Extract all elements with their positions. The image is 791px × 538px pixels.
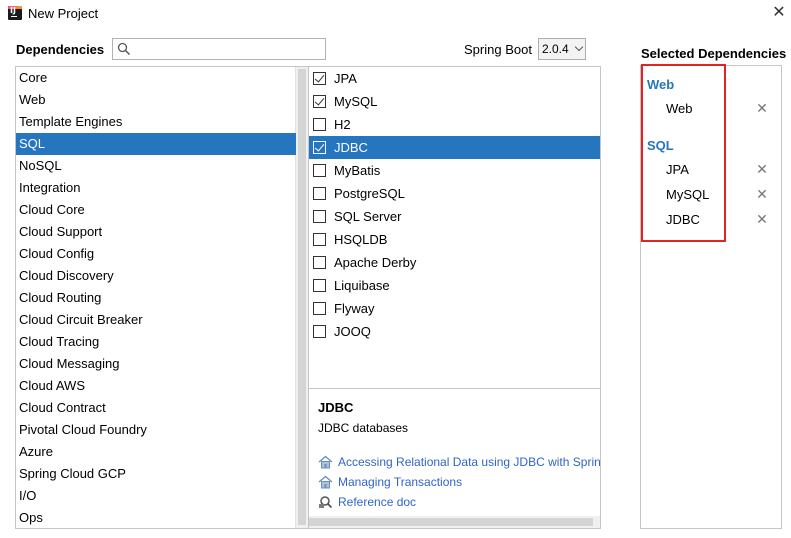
dependency-label: JDBC: [334, 140, 368, 155]
reference-icon: [319, 496, 333, 509]
category-item[interactable]: Cloud Routing: [16, 287, 296, 309]
dependency-item[interactable]: PostgreSQL: [309, 182, 600, 205]
dependency-label: MyBatis: [334, 163, 381, 178]
guide-icon: [318, 455, 333, 469]
category-item[interactable]: Core: [16, 67, 296, 89]
category-item[interactable]: SQL: [16, 133, 296, 155]
category-list[interactable]: Core Web Template Engines SQL NoSQL Integrati…: [15, 66, 309, 529]
description-link-label[interactable]: Managing Transactions: [338, 475, 462, 489]
description-link-label[interactable]: Reference doc: [338, 495, 416, 509]
category-item[interactable]: Pivotal Cloud Foundry: [16, 419, 296, 441]
category-item[interactable]: Integration: [16, 177, 296, 199]
checkbox-icon[interactable]: [313, 325, 326, 338]
description-text: JDBC databases: [318, 421, 409, 435]
category-item[interactable]: I/O: [16, 485, 296, 507]
description-scrollbar-thumb[interactable]: [309, 518, 593, 526]
selected-dependency-item: MySQL: [666, 187, 710, 202]
dependency-label: JOOQ: [334, 324, 371, 339]
category-item[interactable]: Cloud Contract: [16, 397, 296, 419]
checkbox-icon[interactable]: [313, 187, 326, 200]
remove-icon[interactable]: ✕: [755, 213, 769, 227]
spring-boot-version-select[interactable]: 2.0.4: [538, 38, 586, 60]
search-field[interactable]: [112, 38, 326, 60]
dependency-item[interactable]: MySQL: [309, 90, 600, 113]
remove-icon[interactable]: ✕: [755, 163, 769, 177]
category-item[interactable]: Azure: [16, 441, 296, 463]
title-bar: IJ New Project ✕: [0, 0, 791, 28]
dependency-label: PostgreSQL: [334, 186, 405, 201]
checkbox-icon[interactable]: [313, 210, 326, 223]
category-item[interactable]: NoSQL: [16, 155, 296, 177]
category-item[interactable]: Ops: [16, 507, 296, 528]
remove-icon[interactable]: ✕: [755, 102, 769, 116]
category-item[interactable]: Cloud Tracing: [16, 331, 296, 353]
dependency-label: Flyway: [334, 301, 375, 316]
checkbox-icon[interactable]: [313, 279, 326, 292]
category-item[interactable]: Spring Cloud GCP: [16, 463, 296, 485]
close-icon[interactable]: ✕: [770, 3, 788, 21]
remove-icon[interactable]: ✕: [755, 188, 769, 202]
search-input[interactable]: [133, 40, 323, 58]
dependency-item[interactable]: Apache Derby: [309, 251, 600, 274]
category-item[interactable]: Cloud Core: [16, 199, 296, 221]
dependency-item[interactable]: Liquibase: [309, 274, 600, 297]
category-item[interactable]: Cloud Discovery: [16, 265, 296, 287]
category-scrollbar-thumb[interactable]: [298, 69, 306, 525]
selected-dependency-item: JPA: [666, 162, 689, 177]
checkbox-checked-icon[interactable]: [313, 95, 326, 108]
checkbox-icon[interactable]: [313, 256, 326, 269]
dependency-label: Apache Derby: [334, 255, 417, 270]
checkbox-icon[interactable]: [313, 164, 326, 177]
checkmark-icon: [314, 72, 325, 83]
selected-dependencies-title: Selected Dependencies: [641, 46, 787, 61]
dependency-item[interactable]: JOOQ: [309, 320, 600, 343]
dependency-label: Liquibase: [334, 278, 390, 293]
spring-boot-version-value: 2.0.4: [542, 42, 569, 56]
selected-group-header: SQL: [647, 138, 674, 153]
dependency-item[interactable]: HSQLDB: [309, 228, 600, 251]
selected-group-header: Web: [647, 77, 675, 92]
checkbox-checked-icon[interactable]: [313, 141, 326, 154]
description-title: JDBC: [318, 400, 354, 415]
search-icon: [117, 42, 131, 56]
checkmark-icon: [314, 141, 325, 152]
category-scrollbar[interactable]: [295, 67, 308, 528]
dependency-label: MySQL: [334, 94, 378, 109]
chevron-down-icon: [574, 42, 584, 52]
dependency-label: HSQLDB: [334, 232, 388, 247]
spring-boot-label: Spring Boot: [464, 42, 532, 57]
category-item[interactable]: Cloud AWS: [16, 375, 296, 397]
checkmark-icon: [314, 95, 325, 106]
checkbox-icon[interactable]: [313, 302, 326, 315]
checkbox-icon[interactable]: [313, 118, 326, 131]
window-title: New Project: [28, 6, 99, 21]
dependency-label: SQL Server: [334, 209, 402, 224]
description-panel: JDBC JDBC databases Accessing Relational…: [308, 388, 601, 529]
dependency-list[interactable]: JPA MySQL H2 JDBC MyBatis PostgreSQL SQL Serve…: [308, 66, 601, 389]
category-item[interactable]: Cloud Messaging: [16, 353, 296, 375]
category-item[interactable]: Cloud Config: [16, 243, 296, 265]
dependency-item[interactable]: JPA: [309, 67, 600, 90]
dependency-item[interactable]: MyBatis: [309, 159, 600, 182]
dependency-label: H2: [334, 117, 351, 132]
category-item[interactable]: Cloud Support: [16, 221, 296, 243]
category-item[interactable]: Template Engines: [16, 111, 296, 133]
dependency-item[interactable]: Flyway: [309, 297, 600, 320]
dependencies-label: Dependencies: [16, 42, 105, 57]
selected-dependency-item: Web: [666, 101, 693, 116]
selected-dependency-item: JDBC: [666, 212, 700, 227]
guide-icon: [318, 475, 333, 489]
description-scrollbar[interactable]: [309, 516, 600, 528]
dependency-item[interactable]: SQL Server: [309, 205, 600, 228]
category-item[interactable]: Web: [16, 89, 296, 111]
description-link-label[interactable]: Accessing Relational Data using JDBC wit…: [338, 455, 600, 469]
dependency-item[interactable]: H2: [309, 113, 600, 136]
checkbox-icon[interactable]: [313, 233, 326, 246]
category-item[interactable]: Cloud Circuit Breaker: [16, 309, 296, 331]
dependency-item[interactable]: JDBC: [309, 136, 600, 159]
checkbox-checked-icon[interactable]: [313, 72, 326, 85]
intellij-app-icon: IJ: [8, 6, 22, 20]
dependency-label: JPA: [334, 71, 357, 86]
